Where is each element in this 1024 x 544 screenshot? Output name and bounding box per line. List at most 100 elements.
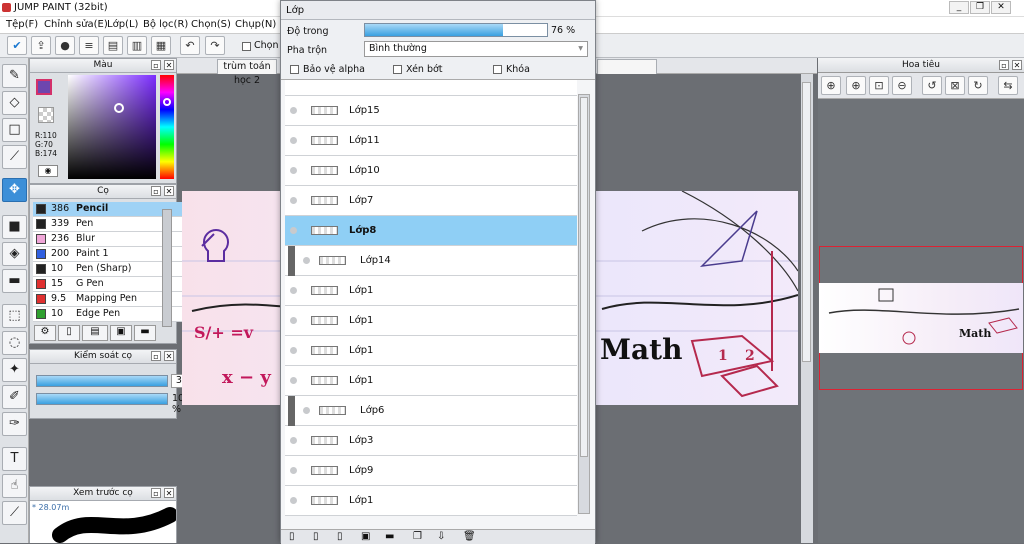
new-brush-icon[interactable]: ▯ — [58, 325, 80, 341]
menu-edit[interactable]: Chỉnh sửa(E) — [44, 19, 108, 30]
duplicate-brush-icon[interactable]: ▣ — [110, 325, 132, 341]
visibility-icon[interactable] — [290, 317, 297, 324]
new-mask-icon[interactable]: ▣ — [361, 531, 370, 542]
close-button[interactable]: ✕ — [991, 1, 1011, 14]
text-icon[interactable]: ≡ — [79, 36, 99, 55]
maximize-button[interactable]: ❐ — [970, 1, 990, 14]
minimize-button[interactable]: _ — [949, 1, 969, 14]
panel-float-icon[interactable]: ▫ — [151, 60, 161, 70]
move-tool-icon[interactable]: ✥ — [2, 178, 27, 202]
select-eraser-tool-icon[interactable]: ✑ — [2, 412, 27, 436]
zoom-fit-icon[interactable]: ⊕ — [821, 76, 841, 95]
hue-slider-cursor[interactable] — [163, 98, 171, 106]
new-raster-layer-icon[interactable]: ▯ — [313, 531, 319, 542]
fill-rect-tool-icon[interactable]: ■ — [2, 215, 27, 239]
menu-filter[interactable]: Bộ lọc(R) — [143, 19, 188, 30]
panel-close-icon[interactable]: ✕ — [164, 186, 174, 196]
rect-select-tool-icon[interactable]: □ — [2, 118, 27, 142]
zoom-out-icon[interactable]: ⊖ — [892, 76, 912, 95]
layer-row[interactable]: Lớp11 — [285, 126, 577, 156]
visibility-icon[interactable] — [290, 467, 297, 474]
panel-float-icon[interactable]: ▫ — [999, 60, 1009, 70]
rotate-right-icon[interactable]: ↻ — [968, 76, 988, 95]
lasso-tool-icon[interactable]: ◌ — [2, 331, 27, 355]
blend-mode-select[interactable]: Bình thường ▾ — [364, 41, 588, 57]
rotate-left-icon[interactable]: ↺ — [922, 76, 942, 95]
menu-file[interactable]: Tệp(F) — [6, 19, 38, 30]
text-tool-icon[interactable]: T — [2, 447, 27, 471]
layer-opacity-slider[interactable] — [364, 23, 548, 37]
export-icon[interactable]: ⇪ — [31, 36, 51, 55]
layer-list-scrollbar[interactable] — [578, 94, 590, 514]
brush-list-scrollbar[interactable] — [162, 209, 172, 327]
visibility-icon[interactable] — [290, 197, 297, 204]
layer-row[interactable] — [285, 80, 577, 96]
navigator-preview-image[interactable]: Math — [819, 283, 1023, 353]
panel-close-icon[interactable]: ✕ — [164, 351, 174, 361]
grid-icon[interactable]: ▦ — [151, 36, 171, 55]
hue-slider[interactable] — [160, 75, 174, 179]
layer-row[interactable]: Lớp6 — [285, 396, 577, 426]
panel-close-icon[interactable]: ✕ — [1012, 60, 1022, 70]
comment-icon[interactable]: ● — [55, 36, 75, 55]
color-picker-icon[interactable]: ◉ — [38, 165, 58, 177]
menu-layer[interactable]: Lớp(L) — [107, 19, 138, 30]
hand-tool-icon[interactable]: ☝ — [2, 474, 27, 498]
layer-row[interactable]: Lớp1 — [285, 276, 577, 306]
visibility-icon[interactable] — [290, 137, 297, 144]
eraser-tool-icon[interactable]: ◇ — [2, 91, 27, 115]
menu-select[interactable]: Chọn(S) — [191, 19, 231, 30]
transparent-swatch[interactable] — [38, 107, 54, 123]
new-folder-icon[interactable]: ▬ — [385, 531, 394, 542]
visibility-icon[interactable] — [290, 437, 297, 444]
eyedropper-tool-icon[interactable]: ⟋ — [2, 501, 27, 525]
layer-row[interactable]: Lớp1 — [285, 336, 577, 366]
lock-checkbox[interactable] — [493, 65, 502, 74]
visibility-icon[interactable] — [290, 107, 297, 114]
canvas-vertical-scrollbar[interactable] — [801, 74, 813, 543]
color-saturation-area[interactable] — [68, 75, 156, 179]
merge-layer-icon[interactable]: ⇩ — [437, 531, 445, 542]
brush-tool-icon[interactable]: ✎ — [2, 64, 27, 88]
layer-row[interactable]: Lớp15 — [285, 96, 577, 126]
layer-row[interactable]: Lớp8 — [285, 216, 577, 246]
bucket-tool-icon[interactable]: ◈ — [2, 242, 27, 266]
layer-row[interactable]: Lớp10 — [285, 156, 577, 186]
settings-icon[interactable]: ✔ — [7, 36, 27, 55]
marquee-tool-icon[interactable]: ⬚ — [2, 304, 27, 328]
visibility-icon[interactable] — [290, 347, 297, 354]
redo-icon[interactable]: ↷ — [205, 36, 225, 55]
visibility-icon[interactable] — [303, 257, 310, 264]
canvas-tab[interactable]: trùm toán học 2 — [217, 59, 277, 86]
visibility-icon[interactable] — [303, 407, 310, 414]
gradient-tool-icon[interactable]: ▬ — [2, 269, 27, 293]
menu-capture[interactable]: Chụp(N) — [235, 19, 276, 30]
rotate-reset-icon[interactable]: ⊠ — [945, 76, 965, 95]
magic-wand-tool-icon[interactable]: ✦ — [2, 358, 27, 382]
new-tone-layer-icon[interactable]: ▯ — [337, 531, 343, 542]
foreground-color-swatch[interactable] — [36, 79, 52, 95]
delete-layer-icon[interactable]: 🗑 — [463, 531, 476, 542]
duplicate-layer-icon[interactable]: ❐ — [413, 531, 422, 542]
brush-size-slider[interactable] — [36, 375, 168, 387]
layer-row[interactable]: Lớp1 — [285, 366, 577, 396]
panel-float-icon[interactable]: ▫ — [151, 186, 161, 196]
brush-opacity-slider[interactable] — [36, 393, 168, 405]
brush-settings-icon[interactable]: ⚙ — [34, 325, 56, 341]
brush-menu-icon[interactable]: ▤ — [82, 325, 108, 341]
canvas-tab-secondary[interactable] — [597, 59, 657, 74]
layer-row[interactable]: Lớp3 — [285, 426, 577, 456]
protect-alpha-checkbox[interactable] — [290, 65, 299, 74]
zoom-window-icon[interactable]: ⊡ — [869, 76, 889, 95]
document-icon[interactable]: ▥ — [127, 36, 147, 55]
select-pen-tool-icon[interactable]: ✐ — [2, 385, 27, 409]
color-picker-cursor[interactable] — [114, 103, 124, 113]
flip-icon[interactable]: ⇆ — [998, 76, 1018, 95]
zoom-in-icon[interactable]: ⊕ — [846, 76, 866, 95]
panel-close-icon[interactable]: ✕ — [164, 60, 174, 70]
visibility-icon[interactable] — [290, 287, 297, 294]
layer-row[interactable]: Lớp1 — [285, 306, 577, 336]
layer-row[interactable]: Lớp14 — [285, 246, 577, 276]
layer-row[interactable]: Lớp7 — [285, 186, 577, 216]
undo-icon[interactable]: ↶ — [180, 36, 200, 55]
